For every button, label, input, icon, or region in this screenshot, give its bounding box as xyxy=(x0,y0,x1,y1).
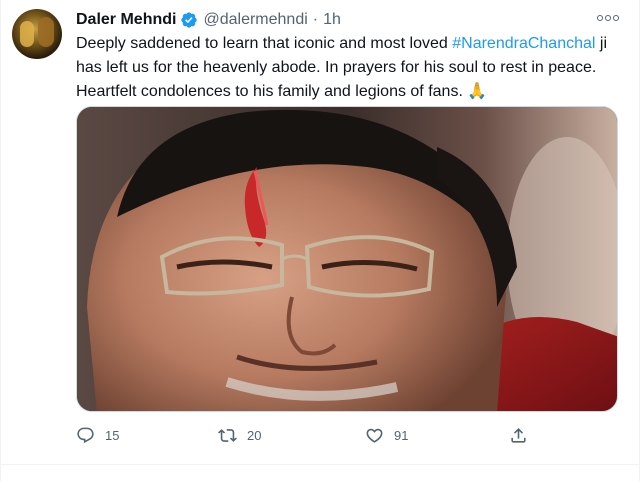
author-name[interactable]: Daler Mehndi xyxy=(76,11,176,29)
like-count: 91 xyxy=(394,427,409,443)
hashtag-link[interactable]: #NarendraChanchal xyxy=(452,35,595,52)
more-dot xyxy=(597,15,603,21)
avatar-figure-left xyxy=(20,21,34,47)
header-separator: · xyxy=(312,11,319,28)
tweet-photo[interactable] xyxy=(76,106,618,412)
like-button[interactable]: 91 xyxy=(365,424,408,446)
retweet-button[interactable]: 20 xyxy=(218,424,261,446)
share-button[interactable] xyxy=(509,424,528,446)
avatar-figure-right xyxy=(38,17,54,47)
heart-icon xyxy=(366,428,383,443)
verified-badge-icon xyxy=(180,11,198,29)
tweet-timestamp[interactable]: 1h xyxy=(323,11,341,29)
photo-portrait xyxy=(77,107,617,411)
tweet-text-before: Deeply saddened to learn that iconic and… xyxy=(76,35,453,52)
tweet-actions: 15 20 91 xyxy=(76,424,536,446)
reply-icon xyxy=(77,427,94,443)
tweet-divider xyxy=(1,464,640,465)
tweet-card[interactable]: Daler Mehndi @dalermehndi · 1h Deeply sa… xyxy=(0,0,640,481)
share-icon xyxy=(511,427,526,443)
avatar[interactable] xyxy=(12,9,62,59)
reply-count: 15 xyxy=(105,427,120,443)
more-horizontal-icon[interactable] xyxy=(597,11,619,25)
retweet-count: 20 xyxy=(247,427,262,443)
tweet-header: Daler Mehndi @dalermehndi · 1h xyxy=(76,9,341,31)
tweet-text: Deeply saddened to learn that iconic and… xyxy=(76,32,626,104)
folded-hands-emoji: 🙏 xyxy=(467,83,488,100)
author-handle[interactable]: @dalermehndi xyxy=(203,11,307,29)
reply-button[interactable]: 15 xyxy=(76,424,119,446)
more-dot xyxy=(613,15,619,21)
more-dot xyxy=(605,15,611,21)
retweet-icon xyxy=(218,428,237,442)
